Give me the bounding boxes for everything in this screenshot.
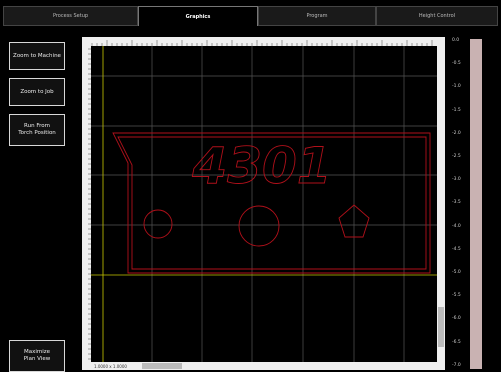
height-scale-label: -3.0 — [452, 177, 461, 183]
horizontal-scrollbar[interactable] — [82, 362, 445, 370]
part-lettering: 4301 — [191, 137, 331, 195]
tab-graphics[interactable]: Graphics — [138, 6, 258, 26]
height-scale-label: -5.0 — [452, 270, 461, 275]
height-scale-label: -2.0 — [452, 130, 461, 136]
left-panel: Zoom to Machine Zoom to Job Run From Tor… — [0, 30, 74, 372]
canvas-frame — [82, 37, 445, 370]
run-from-torch-position-button[interactable]: Run From Torch Position — [9, 114, 65, 146]
top-ruler — [82, 37, 445, 46]
height-scale-label: -0.5 — [452, 61, 461, 67]
coordinate-readout: 1.0000 x 1.0000 — [94, 364, 127, 369]
height-scale-label: 0.0 — [452, 38, 460, 43]
tab-bar: Process Setup Graphics Program Height Co… — [0, 0, 501, 30]
height-scale-label: -3.5 — [452, 200, 461, 206]
height-scale-label: -5.5 — [452, 293, 461, 299]
height-scale-label: -4.5 — [452, 246, 461, 252]
zoom-to-job-button[interactable]: Zoom to Job — [9, 78, 65, 106]
height-scale-label: -1.0 — [452, 84, 461, 90]
tab-program[interactable]: Program — [258, 6, 376, 26]
height-scale-panel: 0.0 -0.5 -1.0 -1.5 -2.0 -2.5 -3.0 -3.5 -4.0 -4.5 -… — [449, 36, 501, 372]
maximize-plan-view-button[interactable]: Maximize Plan View — [9, 340, 65, 372]
height-scale-bar — [470, 39, 482, 369]
height-scale-label: -2.5 — [452, 154, 461, 159]
zoom-to-machine-button[interactable]: Zoom to Machine — [9, 42, 65, 70]
vertical-scroll-thumb[interactable] — [438, 307, 444, 347]
height-scale-label: -6.0 — [452, 316, 461, 322]
horizontal-scroll-thumb[interactable] — [142, 363, 182, 369]
tab-process-setup[interactable]: Process Setup — [3, 6, 138, 26]
tab-height-control[interactable]: Height Control — [376, 6, 498, 26]
height-scale-label: -6.5 — [452, 339, 461, 345]
height-scale-label: -7.0 — [452, 362, 461, 368]
height-scale-label: -4.0 — [452, 223, 461, 229]
height-scale-label: -1.5 — [452, 107, 461, 113]
plan-view-canvas[interactable]: 1.0000 x 1.0000 4301 — [82, 37, 445, 370]
